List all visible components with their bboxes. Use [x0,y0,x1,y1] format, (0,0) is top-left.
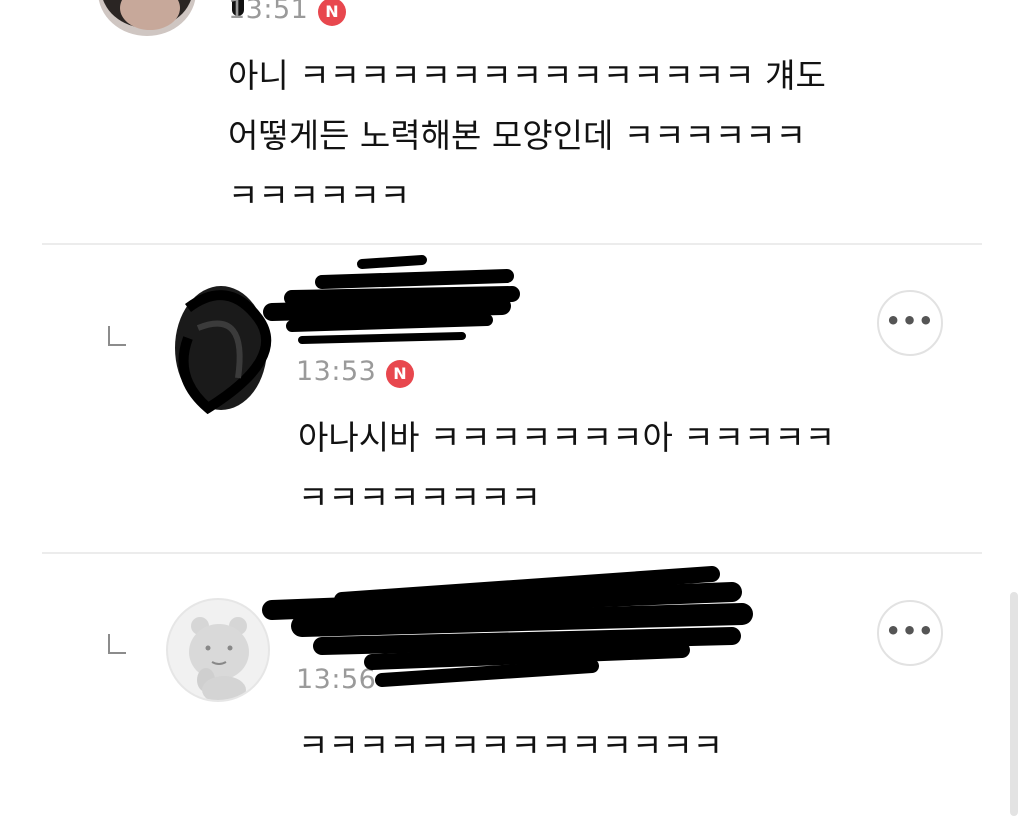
redaction-scribble-icon [262,566,753,687]
comment-text: 아나시바 ㅋㅋㅋㅋㅋㅋㅋ아 ㅋㅋㅋㅋㅋ ㅋㅋㅋㅋㅋㅋㅋㅋ [298,408,835,528]
new-badge-icon: N [318,0,346,26]
scrollbar[interactable] [1010,592,1018,816]
comment-line: ㅋㅋㅋㅋㅋㅋㅋㅋㅋㅋㅋㅋㅋㅋ [298,726,724,765]
comment-line: 아나시바 ㅋㅋㅋㅋㅋㅋㅋ아 ㅋㅋㅋㅋㅋ [298,418,836,457]
avatar[interactable] [166,598,270,702]
comment-line: ㅋㅋㅋㅋㅋㅋ [228,176,411,215]
redacted-author-name [262,254,522,354]
more-options-button[interactable]: ••• [877,290,943,356]
comment-divider [42,243,982,245]
timestamp: 13:53 [296,356,377,387]
comment-divider [42,552,982,554]
reply-indent-icon [108,634,126,654]
comment-text: ㅋㅋㅋㅋㅋㅋㅋㅋㅋㅋㅋㅋㅋㅋ [298,716,723,776]
new-badge-icon: N [386,360,414,388]
avatar[interactable] [98,0,196,36]
more-options-button[interactable]: ••• [877,600,943,666]
comment-text: 아니 ㅋㅋㅋㅋㅋㅋㅋㅋㅋㅋㅋㅋㅋㅋㅋ 걔도 어떻게든 노력해본 모양인데 ㅋㅋㅋ… [228,46,826,226]
comment-line: 아니 ㅋㅋㅋㅋㅋㅋㅋㅋㅋㅋㅋㅋㅋㅋㅋ 걔도 [228,56,826,95]
reply-indent-icon [108,326,126,346]
redacted-avatar-icon [175,286,272,415]
timestamp: 13:51 [228,0,309,25]
comment-line: 어떻게든 노력해본 모양인데 ㅋㅋㅋㅋㅋㅋ [228,116,806,155]
comment-line: ㅋㅋㅋㅋㅋㅋㅋㅋ [298,478,541,517]
avatar-image-icon [103,0,191,30]
default-bear-avatar-icon [189,617,249,700]
redaction-scribble-icon [263,255,520,344]
avatar[interactable] [168,278,274,418]
redacted-author-name [262,562,762,692]
